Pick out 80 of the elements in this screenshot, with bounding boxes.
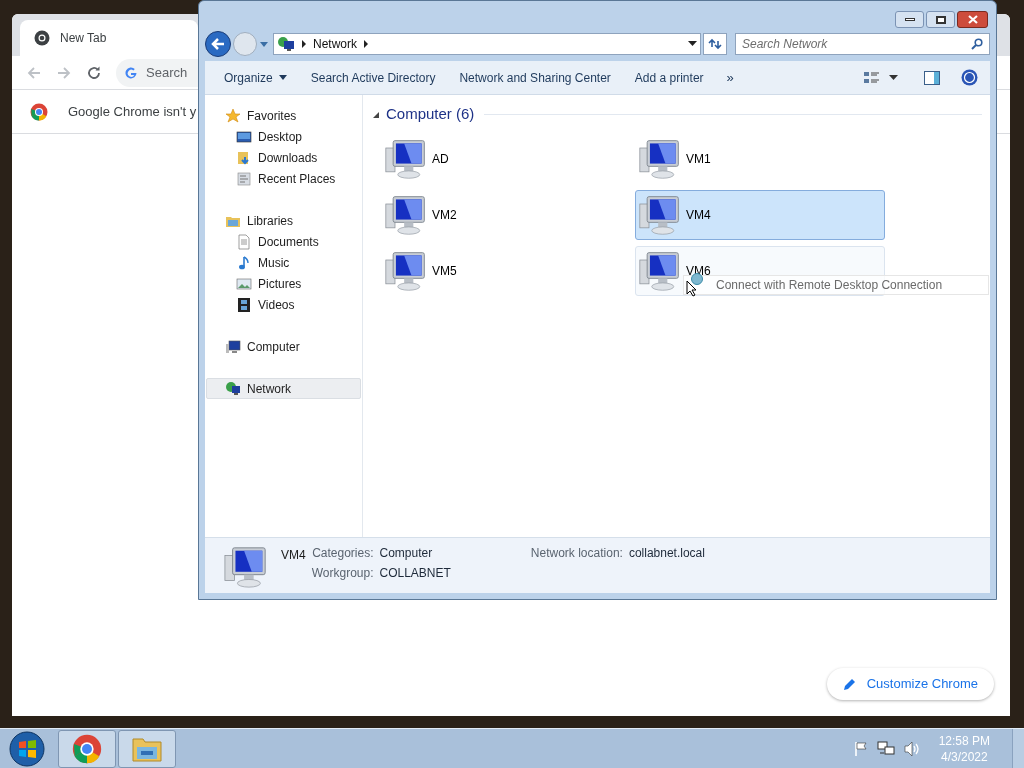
view-options-icon[interactable] [863,69,881,86]
toolbar-button[interactable]: Search Active Directory [303,64,443,91]
device-tile[interactable]: VM2 [381,189,635,240]
nav-item[interactable]: Libraries [206,210,361,231]
chrome-logo-icon [72,733,102,764]
dropdown-caret-icon[interactable] [889,74,898,81]
close-button[interactable] [957,11,988,28]
nav-item[interactable]: Recent Places [206,168,361,189]
field-label: Categories: [311,545,374,562]
omnibox[interactable]: Search [116,58,198,87]
more-commands-button[interactable]: » [718,67,742,88]
back-button[interactable] [205,31,231,57]
browser-tab[interactable]: New Tab [20,20,198,56]
drag-tooltip: Connect with Remote Desktop Connection [683,275,989,295]
computer-icon [225,338,241,355]
item-name: VM4 [281,547,306,564]
network-icon [277,36,295,52]
field-value: COLLABNET [379,565,451,582]
minimize-button[interactable] [895,11,924,28]
breadcrumb-item[interactable]: Network [313,35,357,53]
start-button[interactable] [8,729,46,768]
field-label: Network location: [530,545,623,562]
recent-places-icon [236,170,252,187]
taskbar-app-button[interactable] [58,729,116,768]
nav-item[interactable]: Favorites [206,105,361,126]
address-bar[interactable]: Network [273,33,701,55]
nav-item[interactable]: Videos [206,294,361,315]
taskbar-app-button[interactable] [118,729,176,768]
flag-icon[interactable] [852,740,869,757]
chrome-logo-icon [30,102,48,121]
chevron-right-icon [301,40,307,48]
nav-item[interactable]: Documents [206,231,361,252]
field-label: Workgroup: [311,565,374,582]
field-value: collabnet.local [628,545,705,562]
refresh-icon [708,38,722,50]
network-icon[interactable] [876,740,895,757]
picture-icon [236,275,252,292]
maximize-button[interactable] [926,11,955,28]
dropdown-caret-icon [278,75,287,80]
nav-item[interactable]: Computer [206,336,361,357]
preview-pane-icon[interactable] [924,70,940,85]
film-icon [236,296,252,313]
toolbar-button[interactable]: Add a printer [627,64,711,91]
chevron-right-icon[interactable] [363,40,369,48]
field-value: Computer [379,545,434,562]
dropdown-caret-icon[interactable] [688,41,697,47]
volume-icon[interactable] [902,740,921,757]
toolbar-button[interactable]: Network and Sharing Center [452,64,618,91]
device-tile[interactable]: VM4 [635,189,885,240]
reload-icon[interactable] [86,64,102,81]
group-header[interactable]: Computer (6) [386,103,475,126]
nav-item[interactable]: Downloads [206,147,361,168]
nav-item[interactable]: Desktop [206,126,361,147]
refresh-button[interactable] [703,33,727,55]
document-icon [236,233,252,250]
infobar-message: Google Chrome isn't y [68,102,197,121]
toolbar-button[interactable]: Organize [217,64,294,91]
device-tile[interactable]: VM5 [381,245,635,296]
help-icon[interactable] [961,69,978,86]
pencil-icon [842,677,857,691]
folder-icon [236,149,252,166]
device-tile[interactable]: VM1 [635,133,885,184]
chrome-logo-icon [34,30,50,46]
back-arrow-icon [211,38,225,50]
computer-icon [223,544,269,590]
search-icon [971,38,983,50]
nav-item[interactable]: Network [206,378,361,399]
google-g-icon [124,65,138,80]
customize-chrome-button[interactable]: Customize Chrome [826,668,994,700]
nav-item[interactable]: Pictures [206,273,361,294]
star-icon [225,107,241,124]
search-field[interactable]: Search Network [735,33,990,55]
collapse-triangle-icon[interactable] [373,110,380,118]
close-icon [967,15,978,24]
network-icon [225,380,241,397]
music-note-icon [236,254,252,271]
desktop-icon [236,128,252,145]
device-tile[interactable]: AD [381,133,635,184]
recent-pages-caret-icon[interactable] [259,40,269,48]
nav-item[interactable]: Music [206,252,361,273]
